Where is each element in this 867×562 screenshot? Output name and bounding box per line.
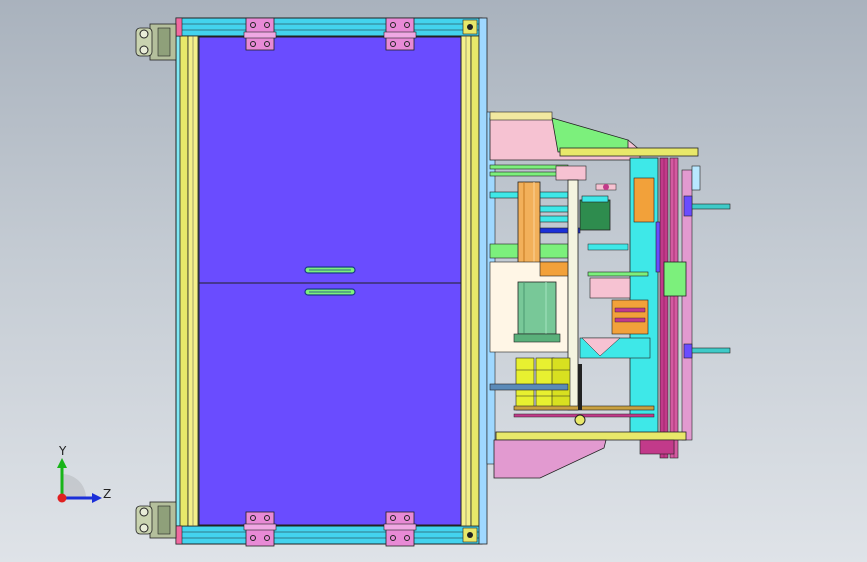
y-axis-arrow — [57, 458, 67, 468]
main-frame-assembly — [175, 17, 488, 545]
cad-viewport[interactable]: Y Z — [0, 0, 867, 562]
frame-top-rail — [175, 17, 483, 37]
axis-triad: Y Z — [57, 444, 111, 503]
hinge-bottom — [135, 501, 177, 539]
bracket-bottom-right — [383, 511, 417, 547]
hinge-top — [135, 23, 177, 61]
corner-block-bl — [175, 525, 183, 545]
z-axis-arrow — [92, 493, 102, 503]
bracket-bottom-left — [243, 511, 277, 547]
door-panel-lower[interactable] — [198, 282, 462, 526]
mechanism-assembly — [486, 111, 731, 479]
handle-upper[interactable] — [304, 266, 356, 274]
y-axis-label: Y — [58, 444, 67, 458]
handle-lower[interactable] — [304, 288, 356, 296]
z-axis-label: Z — [103, 487, 111, 501]
corner-block-tl — [175, 17, 183, 37]
bottom-bar — [495, 431, 687, 441]
frame-bottom-rail — [175, 525, 483, 545]
bracket-top-right — [383, 17, 417, 51]
green-box — [663, 261, 687, 297]
bracket-top-left — [243, 17, 277, 51]
housing-bottom — [493, 439, 607, 479]
door-panel-upper[interactable] — [198, 36, 462, 284]
left-rail-outer — [179, 35, 189, 527]
right-edge-plate — [478, 17, 488, 545]
x-axis-origin — [57, 493, 67, 503]
right-rail-outer — [470, 35, 480, 527]
top-bar — [559, 147, 699, 157]
